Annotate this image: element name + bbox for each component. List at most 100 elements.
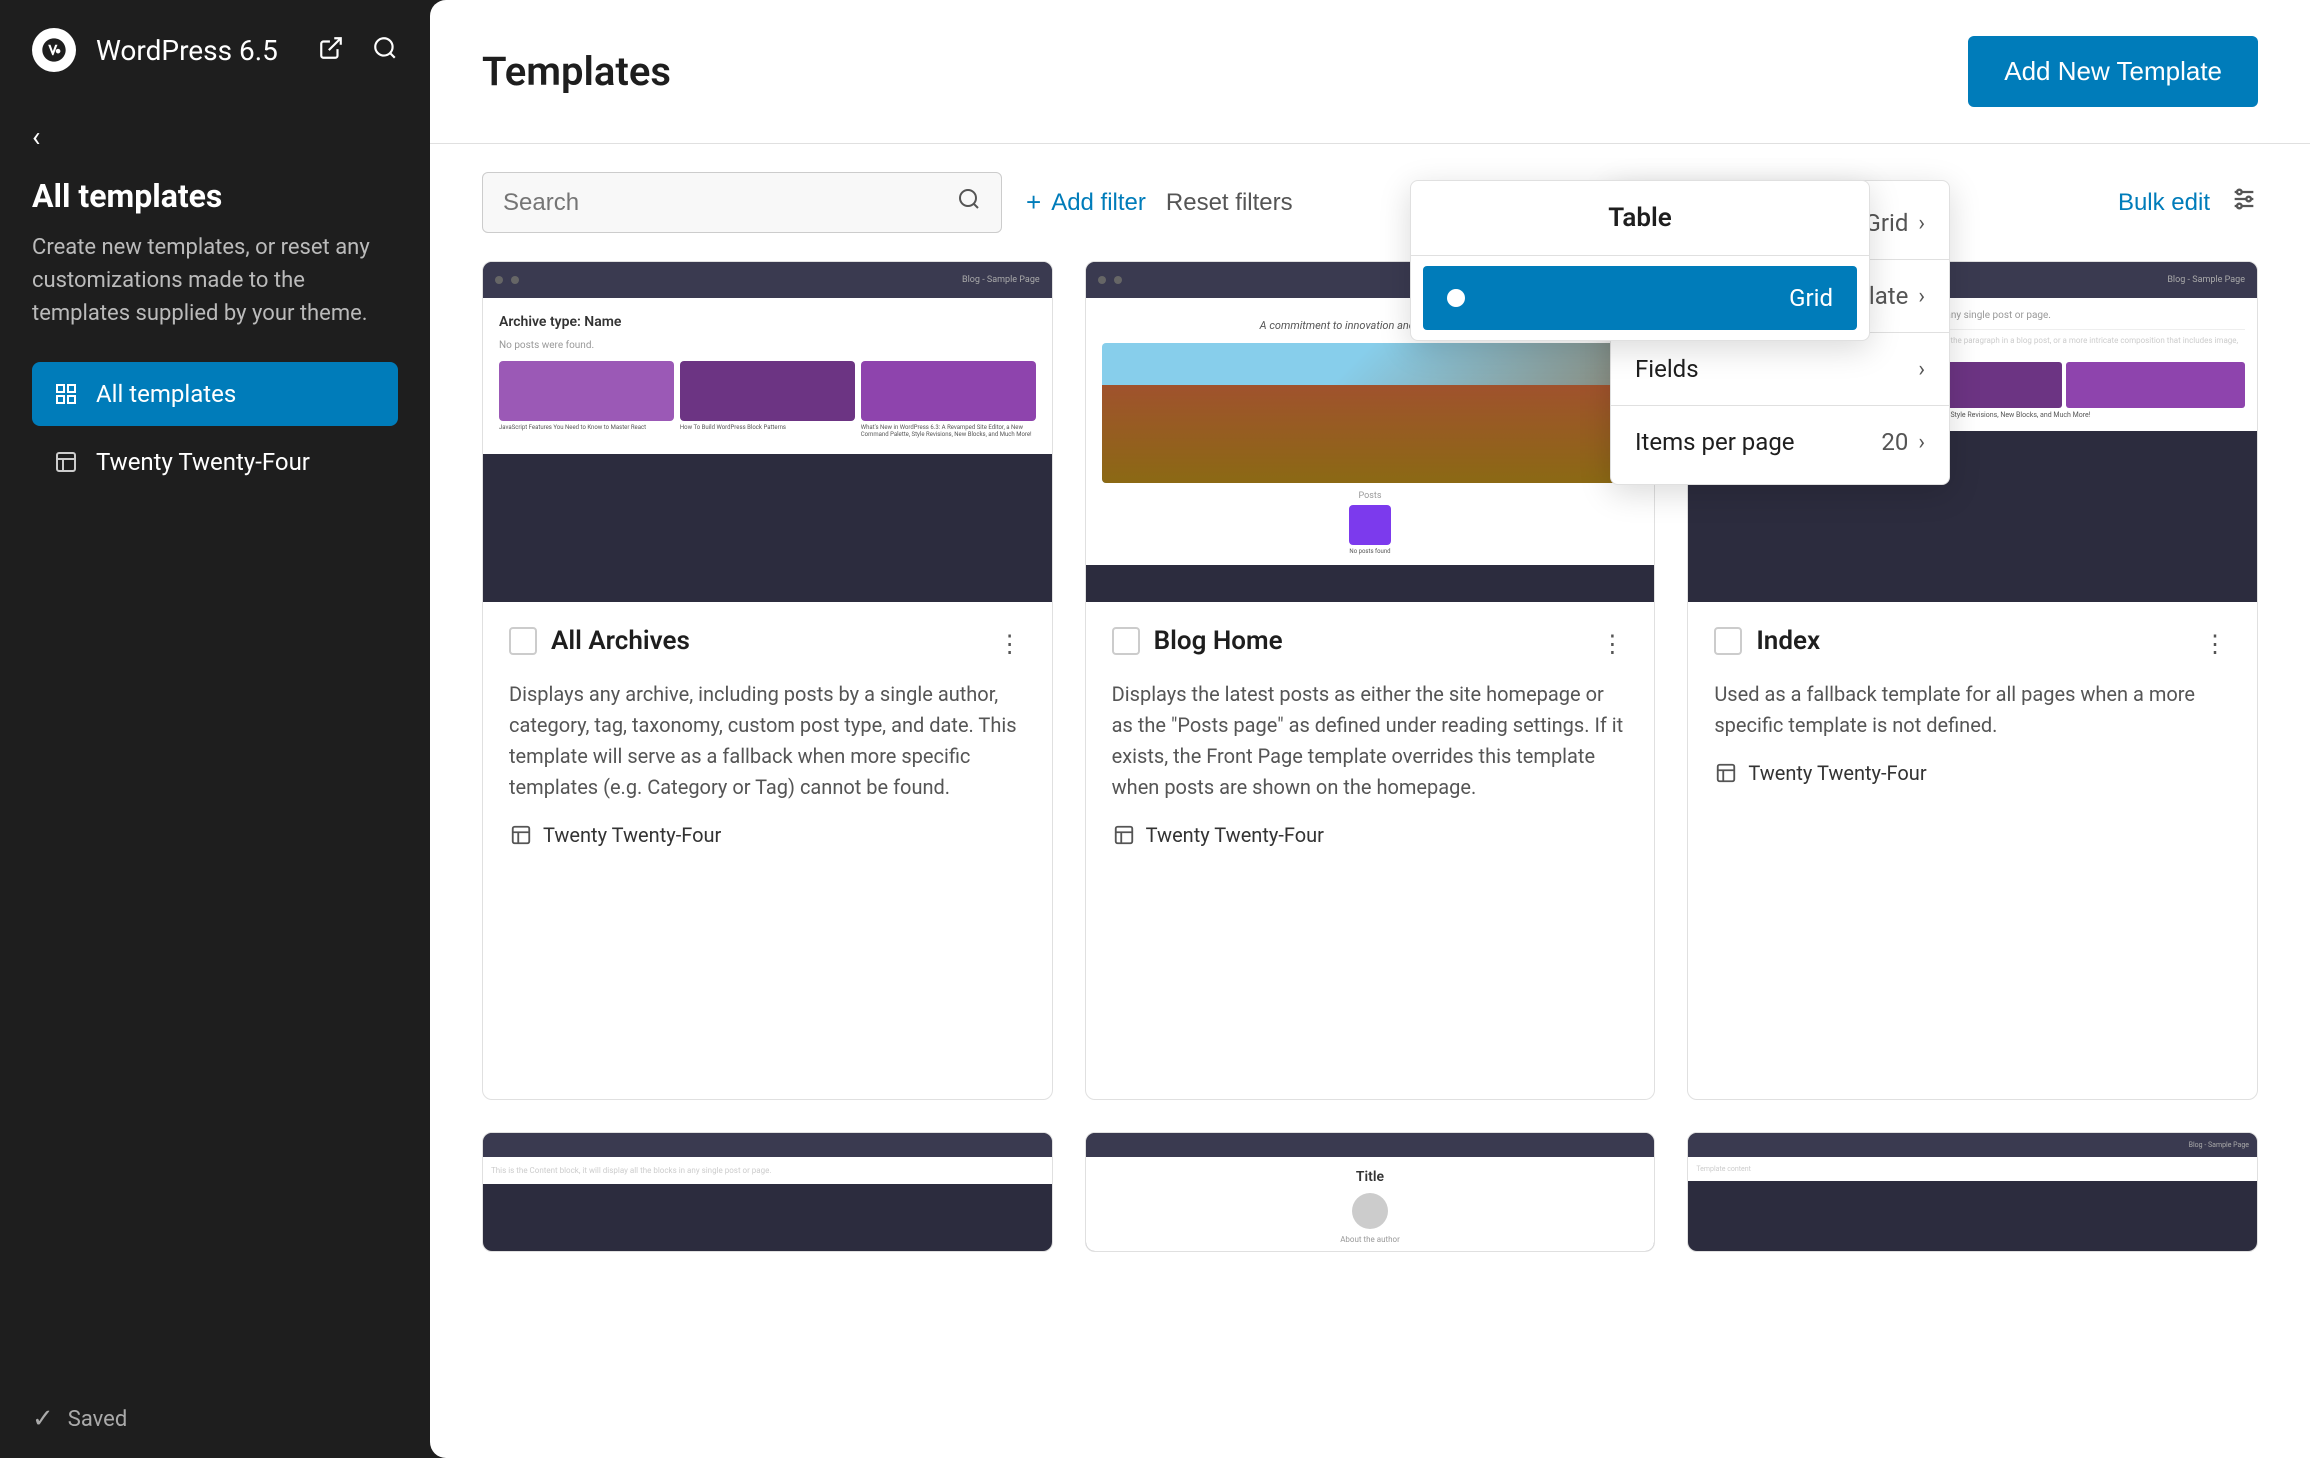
twenty-twenty-four-icon <box>52 448 80 476</box>
template-card-body-blog-home: Blog Home ⋮ Displays the latest posts as… <box>1086 602 1655 871</box>
preview-content-4: This is the Content block, it will displ… <box>483 1157 1052 1184</box>
all-templates-icon <box>52 380 80 408</box>
search-box <box>482 172 1002 233</box>
template-checkbox-index[interactable] <box>1714 627 1742 655</box>
preview-avatar-5 <box>1352 1193 1388 1229</box>
page-title: Templates <box>482 48 671 95</box>
preview-bar-6: Blog - Sample Page <box>1688 1133 2257 1157</box>
preview-text2: How To Build WordPress Block Patterns <box>680 424 855 431</box>
search-icon <box>957 187 981 218</box>
preview-dot-b2 <box>1114 276 1122 284</box>
wp-logo <box>32 28 76 72</box>
view-options-button[interactable] <box>2230 185 2258 220</box>
preview-content: Archive type: Name No posts were found. … <box>483 298 1052 454</box>
toolbar-right: Bulk edit <box>2118 185 2258 220</box>
theme-name-blog-home: Twenty Twenty-Four <box>1146 823 1324 847</box>
preview-blog-grid-blog: No posts found <box>1349 505 1390 555</box>
preview-dot2 <box>511 276 519 284</box>
template-checkbox-all-archives[interactable] <box>509 627 537 655</box>
add-new-template-button[interactable]: Add New Template <box>1968 36 2258 107</box>
template-name-all-archives: All Archives <box>551 626 690 656</box>
template-card-all-archives: Blog - Sample Page Archive type: Name No… <box>482 261 1053 1100</box>
template-preview-5[interactable]: Title About the author <box>1086 1133 1655 1252</box>
bulk-edit-button[interactable]: Bulk edit <box>2118 189 2210 217</box>
layout-value-text: Grid <box>1865 209 1909 237</box>
preview-dot-b1 <box>1098 276 1106 284</box>
layout-value-group: Grid › <box>1865 209 1925 237</box>
template-card-body-all-archives: All Archives ⋮ Displays any archive, inc… <box>483 602 1052 871</box>
template-theme-all-archives: Twenty Twenty-Four <box>509 823 1026 847</box>
preview-text1: JavaScript Features You Need to Know to … <box>499 424 674 431</box>
template-name-blog-home: Blog Home <box>1154 626 1283 656</box>
saved-check-icon: ✓ <box>32 1404 54 1434</box>
sidebar-item-twenty-twenty-four[interactable]: Twenty Twenty-Four <box>32 430 398 494</box>
template-theme-index: Twenty Twenty-Four <box>1714 761 2231 785</box>
back-arrow-icon: ‹ <box>32 120 40 153</box>
sidebar-item-twenty-twenty-four-label: Twenty Twenty-Four <box>96 448 310 476</box>
theme-icon-index <box>1714 761 1738 785</box>
preview-content-5: Title About the author <box>1086 1157 1655 1252</box>
search-input[interactable] <box>503 189 945 217</box>
template-menu-all-archives[interactable]: ⋮ <box>994 626 1026 663</box>
template-menu-blog-home[interactable]: ⋮ <box>1596 626 1628 663</box>
dropdown-header: Table <box>1411 181 1869 256</box>
layout-item-items-per-page[interactable]: Items per page 20 › <box>1611 410 1949 474</box>
main-header: Templates Add New Template <box>430 0 2310 144</box>
sidebar-icon-group <box>318 35 398 65</box>
dropdown-item-grid[interactable]: Grid <box>1423 266 1857 330</box>
checkbox-title-group: All Archives <box>509 626 690 656</box>
saved-label: Saved <box>68 1407 127 1432</box>
sidebar-item-all-templates[interactable]: All templates <box>32 362 398 426</box>
back-link[interactable]: ‹ <box>32 120 398 153</box>
chevron-right-icon-sortby: › <box>1918 284 1925 309</box>
theme-icon-blog-home <box>1112 823 1136 847</box>
template-preview-6[interactable]: Blog - Sample Page Template content <box>1688 1133 2257 1252</box>
template-card-4: This is the Content block, it will displ… <box>482 1132 1053 1252</box>
preview-title-5: Title <box>1098 1169 1643 1185</box>
preview-blog-thumb-b1 <box>1349 505 1390 545</box>
chevron-right-icon-layout: › <box>1918 211 1925 236</box>
items-per-page-value-text: 20 <box>1881 428 1908 456</box>
template-menu-index[interactable]: ⋮ <box>2199 626 2231 663</box>
layout-item-fields[interactable]: Fields › <box>1611 337 1949 401</box>
table-dropdown: Table Grid <box>1410 180 1870 341</box>
items-per-page-value-group: 20 › <box>1881 428 1925 456</box>
template-card-header-index: Index ⋮ <box>1714 626 2231 663</box>
fields-value-group: › <box>1918 357 1925 382</box>
selected-dot-icon <box>1447 289 1465 307</box>
preview-thumb3 <box>861 361 1036 421</box>
preview-posts-label: Posts <box>1358 491 1381 501</box>
building-shape <box>1102 385 1639 483</box>
wp-version-label: WordPress 6.5 <box>96 34 278 67</box>
preview-thumb2 <box>680 361 855 421</box>
template-preview-4[interactable]: This is the Content block, it will displ… <box>483 1133 1052 1252</box>
items-per-page-label: Items per page <box>1635 428 1795 456</box>
grid-option-label: Grid <box>1789 284 1833 312</box>
preview-building-img <box>1102 343 1639 483</box>
add-filter-button[interactable]: + Add filter <box>1026 187 1146 218</box>
fields-label: Fields <box>1635 355 1699 383</box>
template-desc-all-archives: Displays any archive, including posts by… <box>509 679 1026 803</box>
sidebar: WordPress 6.5 ‹ All templates Create new <box>0 0 430 1458</box>
preview-blog-grid: JavaScript Features You Need to Know to … <box>499 361 1036 438</box>
chevron-right-icon-items: › <box>1918 430 1925 455</box>
checkbox-title-index: Index <box>1714 626 1820 656</box>
preview-bar: Blog - Sample Page <box>483 262 1052 298</box>
plus-icon: + <box>1026 187 1041 218</box>
template-card-body-index: Index ⋮ Used as a fallback template for … <box>1688 602 2257 809</box>
reset-filters-button[interactable]: Reset filters <box>1166 189 1293 217</box>
preview-archive-title: Archive type: Name <box>499 314 1036 330</box>
template-preview-all-archives[interactable]: Blog - Sample Page Archive type: Name No… <box>483 262 1052 602</box>
template-desc-blog-home: Displays the latest posts as either the … <box>1112 679 1629 803</box>
sidebar-bottom: ✓ Saved <box>0 1380 430 1458</box>
preview-no-posts: No posts were found. <box>499 340 1036 351</box>
sidebar-section-title: All templates <box>32 177 398 215</box>
theme-name-index: Twenty Twenty-Four <box>1748 761 1926 785</box>
dropdown-section: Grid <box>1411 256 1869 340</box>
template-checkbox-blog-home[interactable] <box>1112 627 1140 655</box>
preview-text3: What's New in WordPress 6.3: A Revamped … <box>861 424 1036 438</box>
add-filter-label: Add filter <box>1051 189 1146 217</box>
external-link-button[interactable] <box>318 35 344 65</box>
template-card-blog-home: Blog - Sample Page A commitment to innov… <box>1085 261 1656 1100</box>
search-button[interactable] <box>372 35 398 65</box>
